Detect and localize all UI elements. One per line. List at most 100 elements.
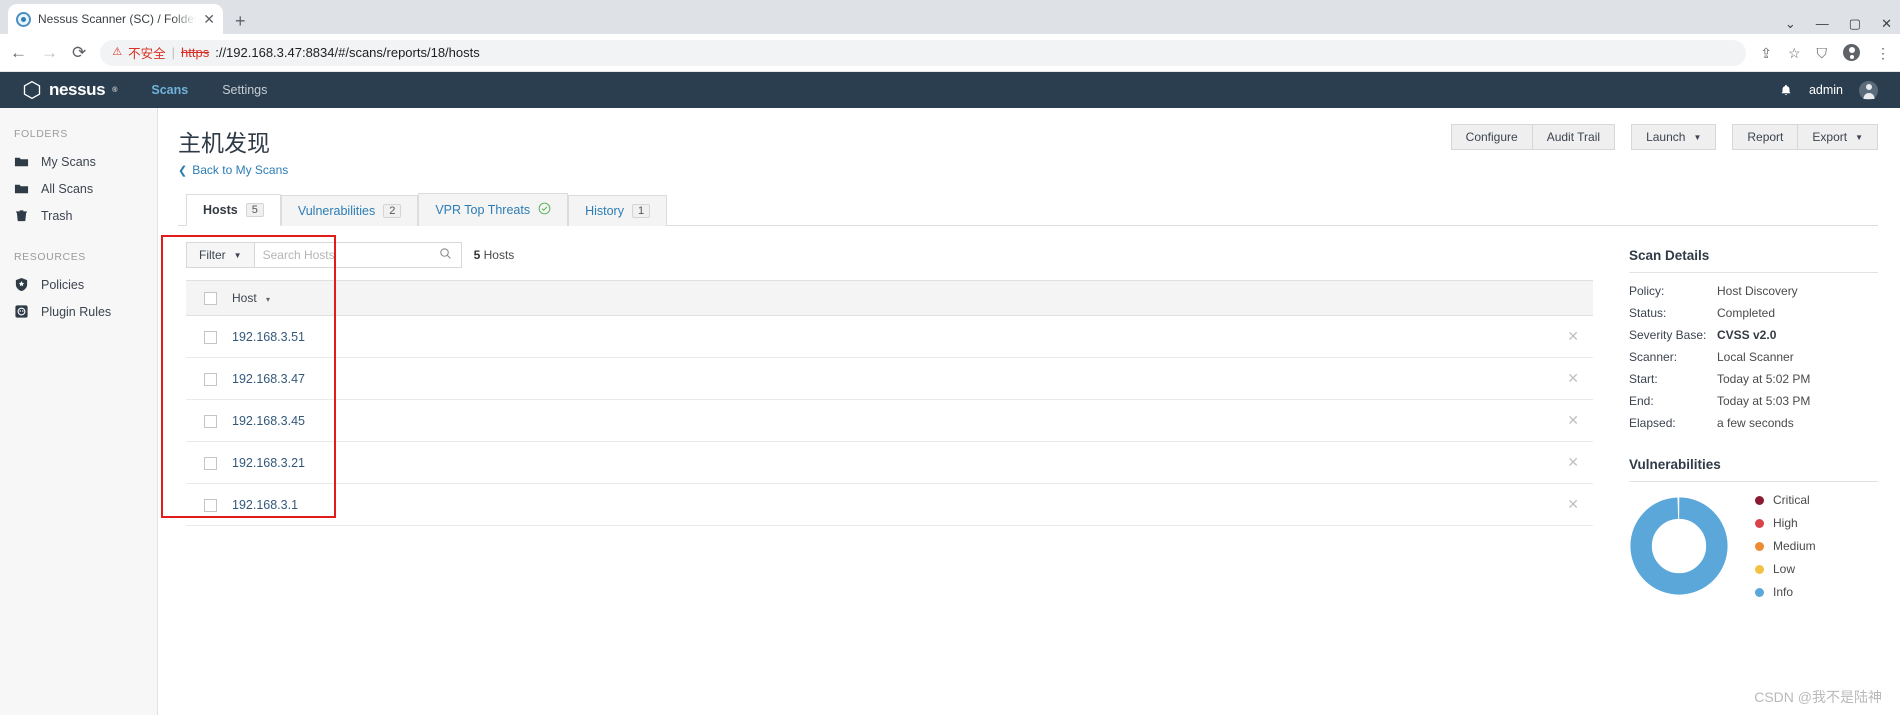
select-all-checkbox[interactable] [204, 292, 217, 306]
browser-tab[interactable]: Nessus Scanner (SC) / Folders ✕ [8, 4, 223, 34]
sidebar-heading-resources: RESOURCES [14, 251, 86, 263]
table-row[interactable]: 192.168.3.21 ✕ [186, 441, 1593, 485]
url-path: ://192.168.3.47:8834/#/scans/reports/18/… [215, 45, 480, 60]
launch-button[interactable]: Launch ▼ [1631, 124, 1717, 150]
back-icon[interactable]: ← [10, 44, 27, 61]
tab-vulnerabilities[interactable]: Vulnerabilities 2 [280, 195, 419, 226]
app-body: FOLDERS My Scans All Scans Trash RESOURC… [0, 108, 1900, 715]
tab-badge: 5 [245, 203, 264, 217]
maximize-button[interactable]: ▢ [1849, 17, 1861, 30]
hosts-table: Host ▾ 192.168.3.51 ✕ 192.168.3.47 ✕ 192… [186, 279, 1593, 527]
filter-button[interactable]: Filter ▼ [187, 243, 255, 267]
column-header-host[interactable]: Host ▾ [232, 279, 1553, 317]
favicon-icon [16, 11, 31, 27]
search-input[interactable] [254, 243, 430, 267]
share-icon[interactable]: ⇪ [1760, 46, 1772, 60]
scan-details-title: Scan Details [1629, 248, 1710, 263]
host-link[interactable]: 192.168.3.47 [232, 372, 305, 386]
trash-icon [16, 210, 27, 222]
chevron-down-icon[interactable]: ⌄ [1785, 17, 1796, 30]
remove-host-icon[interactable]: ✕ [1567, 370, 1579, 386]
nav-scans[interactable]: Scans [151, 83, 188, 97]
admin-username[interactable]: admin [1809, 83, 1843, 97]
nav-settings[interactable]: Settings [222, 83, 267, 97]
table-row[interactable]: 192.168.3.51 ✕ [186, 315, 1593, 359]
detail-key: Elapsed: [1629, 416, 1676, 430]
row-checkbox[interactable] [204, 372, 217, 386]
nessus-logo[interactable]: nessus ® [22, 80, 117, 100]
new-tab-button[interactable]: + [235, 12, 246, 30]
export-button[interactable]: Export ▼ [1798, 124, 1878, 150]
notification-bell-icon[interactable] [1779, 83, 1793, 98]
tab-vpr-top-threats[interactable]: VPR Top Threats [418, 193, 569, 226]
sidebar-item-plugin-rules[interactable]: Plugin Rules [0, 298, 157, 325]
configure-button[interactable]: Configure [1450, 124, 1533, 150]
legend-color-swatch [1755, 495, 1764, 505]
sidebar-item-trash[interactable]: Trash [0, 202, 157, 229]
remove-host-icon[interactable]: ✕ [1567, 496, 1579, 512]
sidebar-item-all-scans[interactable]: All Scans [0, 175, 157, 202]
detail-value: Today at 5:03 PM [1717, 394, 1811, 408]
sidebar-item-my-scans[interactable]: My Scans [0, 148, 157, 175]
row-select-cell [186, 315, 232, 359]
legend-color-swatch [1755, 587, 1764, 597]
reload-icon[interactable]: ⟳ [72, 44, 86, 61]
remove-host-icon[interactable]: ✕ [1567, 454, 1579, 470]
sidebar-item-label: Plugin Rules [41, 304, 112, 319]
address-bar[interactable]: ⚠ 不安全 | https://192.168.3.47:8834/#/scan… [100, 39, 1747, 66]
report-button[interactable]: Report [1732, 124, 1799, 150]
vulnerabilities-chart: Critical High Medium Low Info [1629, 493, 1878, 599]
launch-label: Launch [1646, 130, 1686, 144]
tab-badge: 2 [383, 204, 402, 218]
warning-icon: ⚠ [112, 46, 123, 58]
back-to-my-scans-link[interactable]: ❮ Back to My Scans [178, 163, 288, 177]
detail-row-status: Status: Completed [1629, 306, 1878, 320]
window-close-button[interactable]: ✕ [1881, 17, 1892, 30]
page-header: 主机发现 ❮ Back to My Scans Configure Audit … [158, 108, 1900, 183]
audit-trail-button[interactable]: Audit Trail [1532, 124, 1616, 150]
row-select-cell [186, 483, 232, 527]
forward-icon[interactable]: → [41, 44, 58, 61]
detail-key: Policy: [1629, 284, 1665, 298]
table-row[interactable]: 192.168.3.1 ✕ [186, 483, 1593, 527]
host-link[interactable]: 192.168.3.21 [232, 456, 305, 470]
table-row[interactable]: 192.168.3.45 ✕ [186, 399, 1593, 443]
browser-toolbar: ← → ⟳ ⚠ 不安全 | https://192.168.3.47:8834/… [0, 34, 1900, 72]
remove-host-icon[interactable]: ✕ [1567, 328, 1579, 344]
row-checkbox[interactable] [204, 456, 217, 470]
tab-hosts[interactable]: Hosts 5 [186, 194, 281, 226]
scan-details-panel: Scan Details Policy: Host Discovery Stat… [1615, 226, 1900, 715]
sidebar-item-policies[interactable]: Policies [0, 271, 157, 298]
row-checkbox[interactable] [204, 498, 217, 512]
remove-host-icon[interactable]: ✕ [1567, 412, 1579, 428]
chevron-down-icon: ▼ [1855, 133, 1863, 143]
extensions-icon[interactable]: ⛉ [1817, 46, 1828, 60]
close-icon[interactable]: ✕ [203, 12, 215, 26]
minimize-button[interactable]: — [1816, 17, 1829, 30]
app-header: nessus ® Scans Settings admin [0, 72, 1900, 108]
browser-menu-icon[interactable]: ⋮ [1876, 46, 1890, 60]
avatar[interactable] [1859, 80, 1878, 100]
row-select-cell [186, 441, 232, 485]
detail-row-end: End: Today at 5:03 PM [1629, 394, 1878, 408]
row-action-cell: ✕ [1553, 441, 1593, 485]
hosts-panel: Filter ▼ Search Hosts 5 Hosts Host ▾ 192… [158, 226, 1615, 715]
bookmark-star-icon[interactable]: ☆ [1788, 46, 1801, 60]
host-link[interactable]: 192.168.3.51 [232, 330, 305, 344]
filter-controls: Filter ▼ [186, 242, 462, 268]
search-icon[interactable] [430, 247, 461, 263]
detail-value: Host Discovery [1717, 284, 1798, 298]
nessus-logo-text: nessus [49, 80, 106, 99]
hosts-table-head: Host ▾ [186, 279, 1593, 317]
host-link[interactable]: 192.168.3.1 [232, 498, 298, 512]
detail-key: End: [1629, 394, 1654, 408]
row-checkbox[interactable] [204, 414, 217, 428]
row-checkbox[interactable] [204, 330, 217, 344]
table-row[interactable]: 192.168.3.47 ✕ [186, 357, 1593, 401]
host-link[interactable]: 192.168.3.45 [232, 414, 305, 428]
detail-row-severity-base: Severity Base: CVSS v2.0 [1629, 328, 1878, 342]
window-controls: ⌄ — ▢ ✕ [1785, 17, 1892, 30]
profile-avatar-icon[interactable] [1843, 44, 1860, 61]
legend-color-swatch [1755, 541, 1764, 551]
tab-history[interactable]: History 1 [568, 195, 668, 226]
